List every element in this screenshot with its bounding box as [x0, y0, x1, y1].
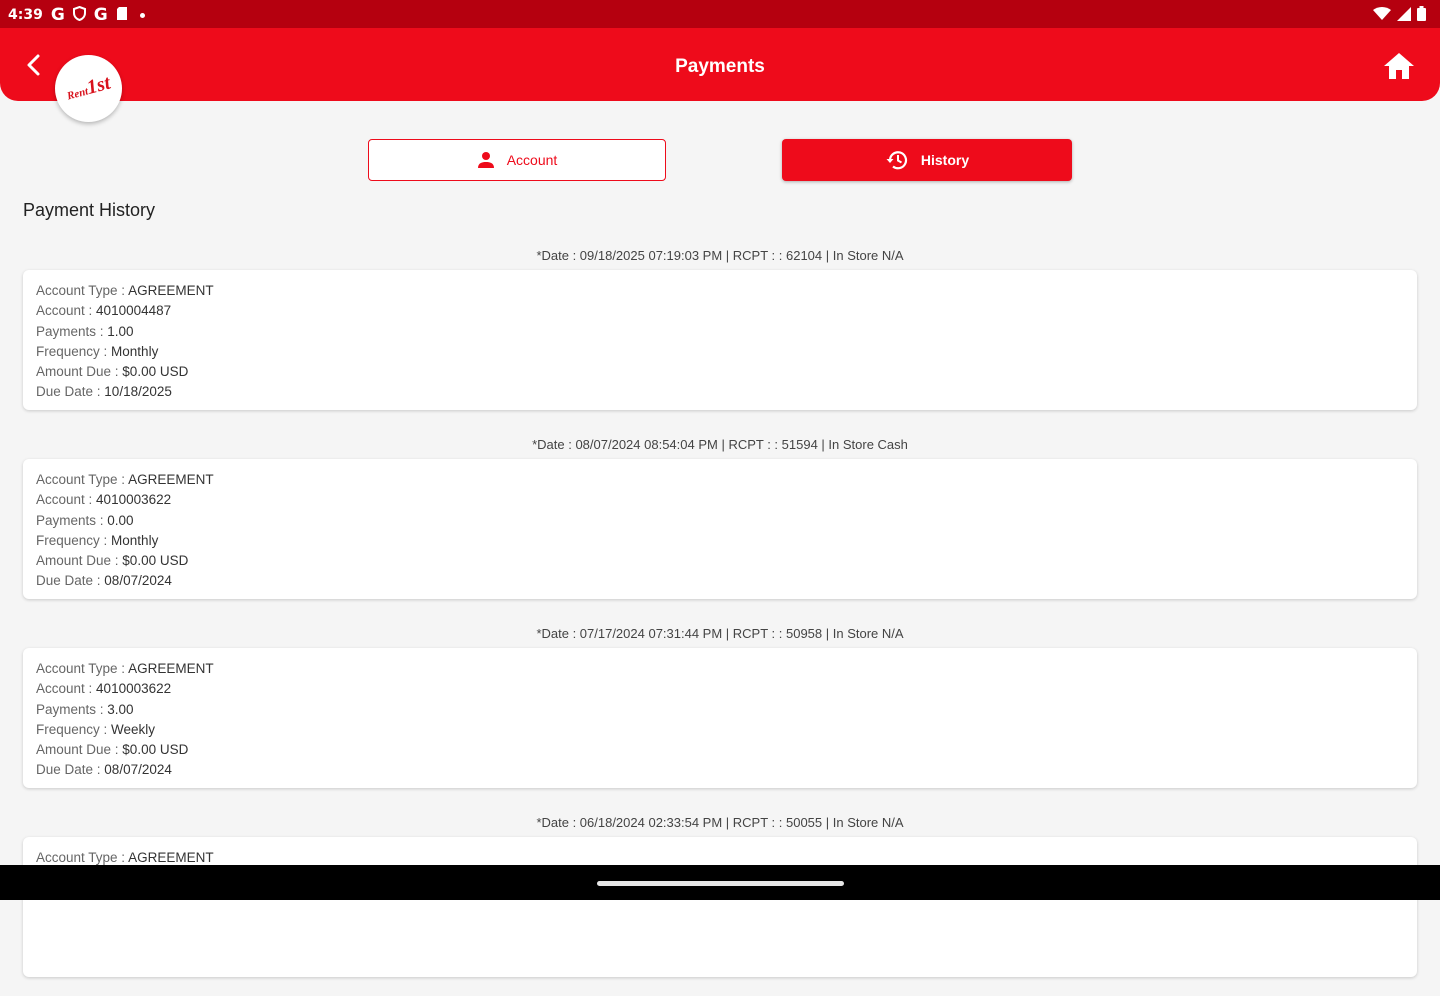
entry-header: *Date : 09/18/2025 07:19:03 PM | RCPT : …: [536, 248, 904, 263]
amount-due-label: Amount Due :: [36, 742, 123, 758]
history-tab-button[interactable]: History: [782, 139, 1072, 181]
account-tab-button[interactable]: Account: [368, 139, 666, 181]
due-date-label: Due Date :: [36, 384, 105, 400]
shield-notification-icon: [72, 5, 86, 25]
account-type-value: AGREEMENT: [128, 283, 214, 298]
sd-card-icon: [116, 6, 128, 25]
signal-icon: [1397, 6, 1411, 21]
history-entry: *Date : 08/07/2024 08:54:04 PM | RCPT : …: [0, 429, 1440, 618]
history-entry: *Date : 09/18/2025 07:19:03 PM | RCPT : …: [0, 240, 1440, 429]
entry-header: *Date : 06/18/2024 02:33:54 PM | RCPT : …: [536, 815, 904, 830]
account-label: Account :: [36, 303, 97, 319]
status-left: 4:39 G G: [8, 5, 145, 25]
payments-value: 1.00: [107, 323, 134, 339]
account-type-label: Account Type :: [36, 283, 129, 298]
frequency-row: Frequency : Monthly: [36, 342, 1417, 362]
google-notification-icon-2: G: [93, 5, 108, 25]
payment-card[interactable]: Account Type : AGREEMENT Account : 40100…: [23, 270, 1417, 410]
frequency-value: Weekly: [111, 721, 156, 737]
wifi-icon: [1373, 6, 1391, 20]
amount-due-value: $0.00 USD: [122, 364, 189, 380]
more-notifications-dot: [139, 12, 145, 18]
account-row: Account : 4010004487: [36, 301, 1417, 321]
due-date-label: Due Date :: [36, 762, 105, 778]
status-right: [1373, 6, 1426, 21]
history-icon: [886, 151, 907, 170]
due-date-row: Due Date : 08/07/2024: [36, 571, 1417, 591]
due-date-row: Due Date : 10/18/2025: [36, 382, 1417, 402]
home-icon: [1384, 53, 1414, 79]
entry-header: *Date : 07/17/2024 07:31:44 PM | RCPT : …: [536, 626, 904, 641]
due-date-label: Due Date :: [36, 573, 105, 589]
account-type-row: Account Type : AGREEMENT: [36, 281, 1417, 301]
payments-label: Payments :: [36, 323, 108, 339]
payment-card[interactable]: Account Type : AGREEMENT Account : 40100…: [23, 648, 1417, 788]
battery-icon: [1417, 6, 1426, 21]
home-button[interactable]: [1382, 50, 1416, 82]
account-type-row: Account Type : AGREEMENT: [36, 470, 1417, 490]
account-type-row: Account Type : AGREEMENT: [36, 659, 1417, 679]
frequency-value: Monthly: [111, 532, 159, 548]
history-tab-label: History: [920, 152, 970, 168]
account-type-label: Account Type :: [36, 661, 129, 676]
section-title: Payment History: [23, 200, 156, 220]
account-type-value: AGREEMENT: [128, 472, 214, 487]
frequency-label: Frequency :: [36, 721, 112, 737]
google-notification-icon: G: [50, 5, 65, 25]
navigation-bar: [0, 865, 1440, 900]
due-date-value: 10/18/2025: [104, 384, 172, 400]
page-title: Payments: [675, 56, 765, 77]
account-value: 4010003622: [96, 492, 172, 508]
account-value: 4010004487: [96, 303, 172, 319]
amount-due-row: Amount Due : $0.00 USD: [36, 740, 1417, 760]
frequency-row: Frequency : Weekly: [36, 720, 1417, 740]
person-icon: [477, 152, 494, 168]
rent-1st-logo: Rent1st: [55, 55, 122, 122]
due-date-row: Due Date : 08/07/2024: [36, 760, 1417, 780]
amount-due-value: $0.00 USD: [122, 553, 189, 569]
account-label: Account :: [36, 492, 97, 508]
account-type-value: AGREEMENT: [128, 850, 214, 865]
amount-due-label: Amount Due :: [36, 364, 123, 380]
payment-card[interactable]: Account Type : AGREEMENT: [23, 837, 1417, 977]
frequency-label: Frequency :: [36, 532, 112, 548]
account-type-label: Account Type :: [36, 472, 129, 487]
account-row: Account : 4010003622: [36, 679, 1417, 699]
frequency-label: Frequency :: [36, 343, 112, 359]
amount-due-row: Amount Due : $0.00 USD: [36, 362, 1417, 382]
entry-header: *Date : 08/07/2024 08:54:04 PM | RCPT : …: [532, 437, 908, 452]
payments-row: Payments : 1.00: [36, 322, 1417, 342]
payments-row: Payments : 3.00: [36, 700, 1417, 720]
account-label: Account :: [36, 681, 97, 697]
logo-mark: 1st: [84, 71, 113, 99]
frequency-value: Monthly: [111, 343, 159, 359]
app-bar: Payments: [0, 28, 1440, 101]
frequency-row: Frequency : Monthly: [36, 531, 1417, 551]
status-time: 4:39: [8, 7, 43, 23]
account-value: 4010003622: [96, 681, 172, 697]
amount-due-value: $0.00 USD: [122, 742, 189, 758]
account-type-label: Account Type :: [36, 850, 129, 865]
payments-value: 0.00: [107, 512, 134, 528]
payments-row: Payments : 0.00: [36, 511, 1417, 531]
due-date-value: 08/07/2024: [104, 762, 172, 778]
account-tab-label: Account: [506, 152, 558, 168]
history-entry: *Date : 07/17/2024 07:31:44 PM | RCPT : …: [0, 618, 1440, 807]
logo-text: Rent1st: [64, 72, 113, 106]
payments-label: Payments :: [36, 701, 108, 717]
payment-card[interactable]: Account Type : AGREEMENT Account : 40100…: [23, 459, 1417, 599]
account-type-value: AGREEMENT: [128, 661, 214, 676]
history-entry: *Date : 06/18/2024 02:33:54 PM | RCPT : …: [0, 807, 1440, 996]
gesture-handle[interactable]: [597, 881, 844, 886]
payments-label: Payments :: [36, 512, 108, 528]
payments-value: 3.00: [107, 701, 134, 717]
account-row: Account : 4010003622: [36, 490, 1417, 510]
status-bar: 4:39 G G: [0, 0, 1440, 28]
due-date-value: 08/07/2024: [104, 573, 172, 589]
amount-due-label: Amount Due :: [36, 553, 123, 569]
amount-due-row: Amount Due : $0.00 USD: [36, 551, 1417, 571]
